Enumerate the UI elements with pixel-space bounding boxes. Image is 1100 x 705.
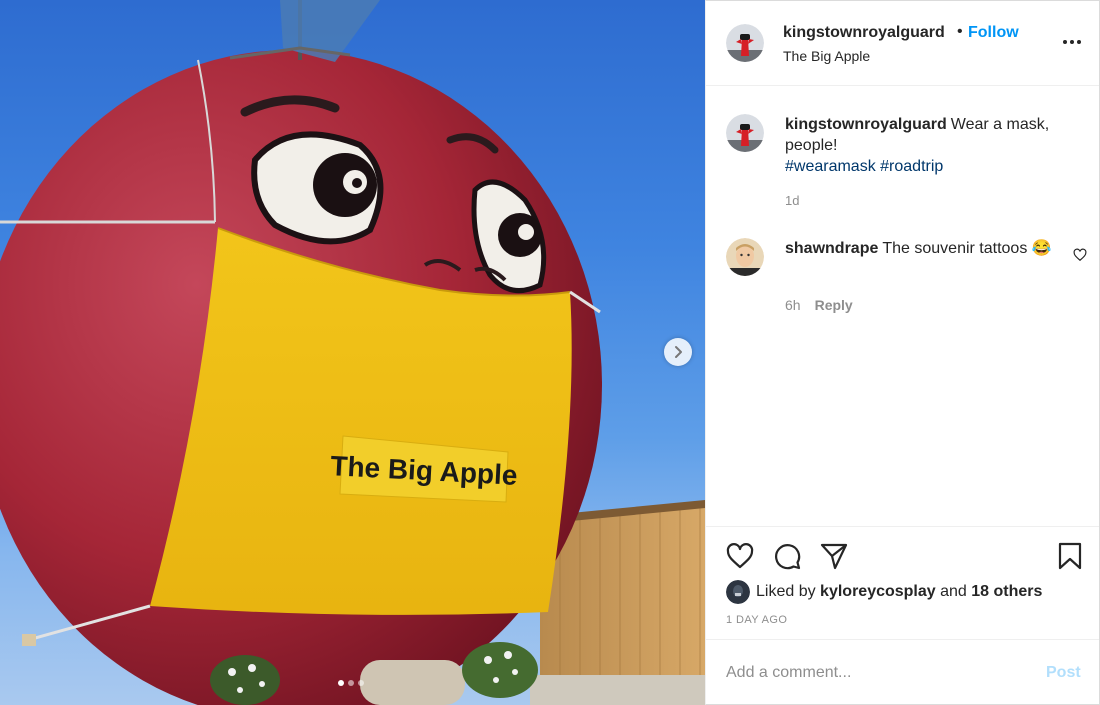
caption-author-avatar[interactable] — [726, 114, 764, 152]
commenter-avatar[interactable] — [726, 238, 764, 276]
author-avatar[interactable] — [726, 24, 764, 62]
post-actions: Liked by kyloreycosplay and 18 others 1 … — [706, 526, 1099, 639]
big-apple-photo: The Big Apple — [0, 0, 705, 705]
comment-meta: 6h Reply — [785, 297, 853, 313]
post-header: kingstownroyalguard • Follow The Big App… — [706, 1, 1099, 86]
caption: kingstownroyalguard Wear a mask, people! … — [785, 114, 1075, 177]
liked-by-others[interactable]: 18 others — [971, 583, 1042, 601]
comment-icon[interactable] — [773, 542, 801, 570]
comment-text: The souvenir tattoos 😂 — [882, 240, 1052, 257]
comment: shawndrape The souvenir tattoos 😂 — [785, 238, 1055, 259]
post-timestamp[interactable]: 1 DAY AGO — [726, 614, 787, 626]
comment-time[interactable]: 6h — [785, 297, 801, 313]
carousel-dot — [358, 680, 364, 686]
bookmark-icon[interactable] — [1056, 542, 1084, 570]
post-media[interactable]: The Big Apple — [0, 0, 705, 705]
carousel-dot-active — [338, 680, 344, 686]
liker-avatar[interactable] — [726, 580, 750, 604]
caption-time[interactable]: 1d — [785, 193, 799, 208]
separator-dot: • — [957, 23, 963, 40]
comment-like-heart-icon[interactable] — [1073, 248, 1087, 262]
more-options-icon[interactable] — [1061, 31, 1083, 53]
liked-by-prefix: Liked by — [756, 583, 816, 600]
comment-input[interactable] — [726, 661, 1026, 685]
share-icon[interactable] — [820, 542, 848, 570]
comments-list: kingstownroyalguard Wear a mask, people! … — [706, 87, 1099, 525]
post-side-panel: kingstownroyalguard • Follow The Big App… — [705, 0, 1100, 705]
carousel-indicator — [338, 680, 364, 686]
next-image-button[interactable] — [664, 338, 692, 366]
liked-by-user[interactable]: kyloreycosplay — [820, 583, 936, 601]
author-username[interactable]: kingstownroyalguard — [783, 24, 945, 42]
comment-username[interactable]: shawndrape — [785, 240, 878, 257]
liked-by-and: and — [940, 583, 967, 600]
caption-username[interactable]: kingstownroyalguard — [785, 116, 947, 133]
post-location[interactable]: The Big Apple — [783, 48, 870, 64]
caption-hashtags[interactable]: #wearamask #roadtrip — [785, 158, 943, 175]
comment-composer: Post — [706, 639, 1099, 705]
post-comment-button[interactable]: Post — [1046, 664, 1081, 682]
reply-button[interactable]: Reply — [815, 297, 853, 313]
chevron-right-icon — [675, 346, 682, 358]
likes-summary: Liked by kyloreycosplay and 18 others — [726, 580, 1042, 604]
carousel-dot — [348, 680, 354, 686]
follow-button[interactable]: Follow — [968, 24, 1019, 42]
heart-icon[interactable] — [726, 542, 754, 570]
